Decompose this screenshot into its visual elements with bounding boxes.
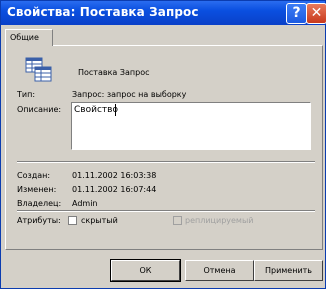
owner-value: Admin [72, 199, 98, 208]
tab-general-label: Общие [10, 33, 39, 42]
attributes-label: Атрибуты: [17, 216, 61, 225]
query-object-icon [25, 57, 52, 82]
apply-button[interactable]: Применить [254, 260, 323, 281]
properties-dialog: Свойства: Поставка Запрос ? ✕ Общие Пост… [0, 0, 326, 289]
object-name: Поставка Запрос [78, 68, 150, 77]
created-label: Создан: [17, 171, 51, 180]
separator-bottom [17, 210, 315, 212]
hidden-checkbox-label[interactable]: скрытый [81, 216, 118, 225]
title-bar[interactable]: Свойства: Поставка Запрос ? ✕ [1, 1, 326, 25]
description-value: Свойство [74, 105, 118, 115]
ok-button[interactable]: ОК [110, 259, 181, 282]
close-icon: ✕ [310, 5, 323, 21]
type-value: Запрос: запрос на выборку [72, 90, 187, 99]
tab-general[interactable]: Общие [5, 29, 53, 46]
hidden-checkbox[interactable] [68, 216, 77, 225]
created-value: 01.11.2002 16:03:38 [72, 171, 157, 180]
modified-value: 01.11.2002 16:07:44 [72, 185, 157, 194]
type-label: Тип: [17, 90, 36, 99]
replicated-checkbox-label: реплицируемый [185, 216, 254, 225]
help-icon: ? [292, 5, 301, 21]
cancel-button[interactable]: Отмена [185, 260, 254, 281]
description-label: Описание: [17, 105, 62, 114]
window-title: Свойства: Поставка Запрос [7, 5, 199, 19]
modified-label: Изменен: [17, 185, 57, 194]
replicated-checkbox [173, 216, 182, 225]
text-caret [115, 104, 116, 116]
help-button[interactable]: ? [286, 3, 307, 24]
description-field[interactable]: Свойство [71, 102, 311, 150]
owner-label: Владелец: [17, 199, 62, 208]
separator-top [17, 161, 315, 163]
close-button[interactable]: ✕ [306, 3, 326, 24]
